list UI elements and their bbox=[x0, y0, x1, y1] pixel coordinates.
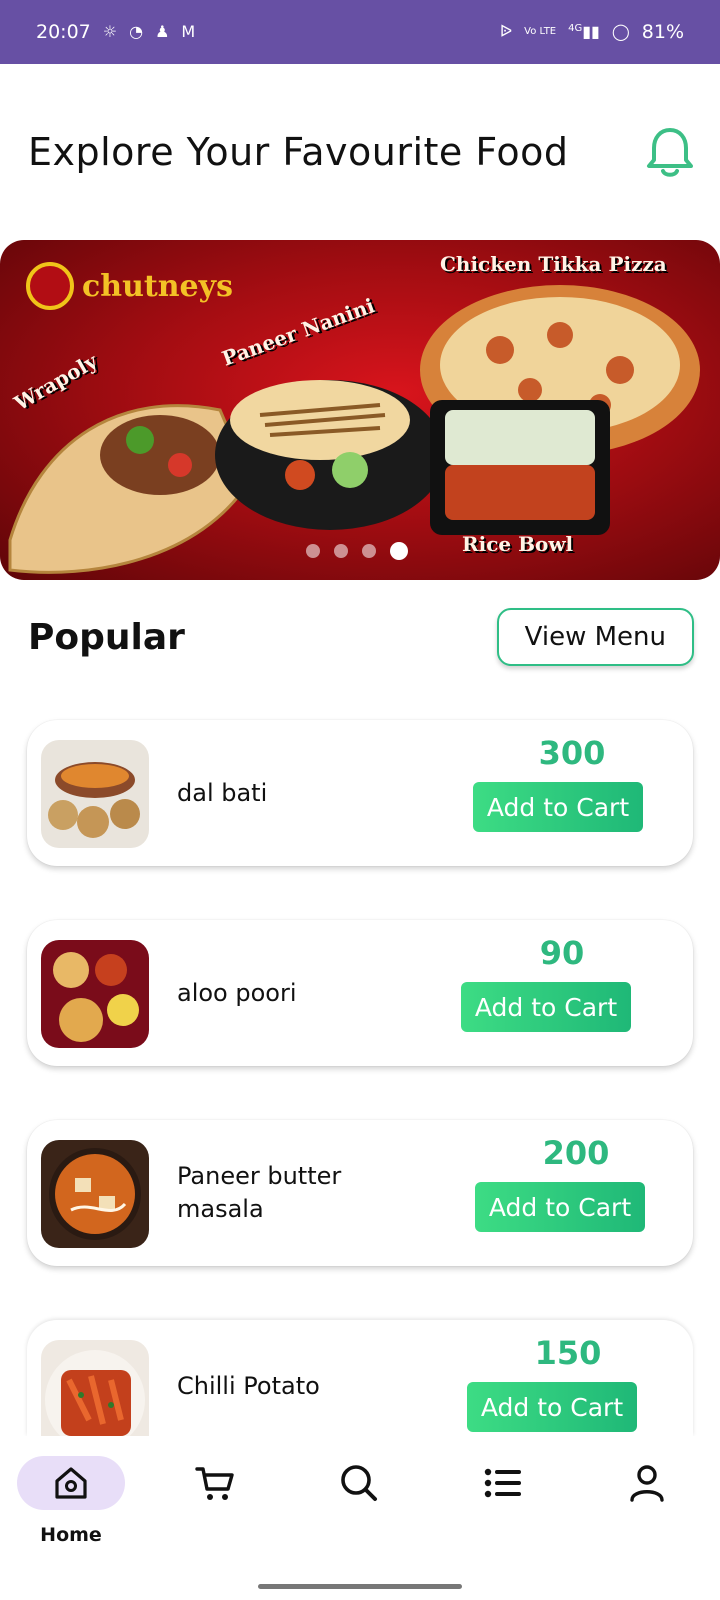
item-name: Chilli Potato bbox=[177, 1372, 320, 1400]
bluetooth-icon: ᐉ bbox=[499, 22, 513, 41]
nav-pill[interactable] bbox=[305, 1456, 413, 1510]
food-card-chilli-potato[interactable]: Chilli Potato 150 Add to Cart bbox=[27, 1320, 693, 1436]
carousel-dot-active[interactable] bbox=[390, 542, 408, 560]
signal-icon: 4G▮▮ bbox=[568, 22, 600, 41]
promo-banner-carousel[interactable]: chutneys Wrapoly Paneer Nanini Chicken T… bbox=[0, 240, 720, 580]
brand-name: chutneys bbox=[82, 268, 233, 304]
gesture-home-indicator[interactable] bbox=[258, 1584, 462, 1589]
nav-pill[interactable] bbox=[449, 1456, 557, 1510]
food-card-paneer-butter-masala[interactable]: Paneer butter masala 200 Add to Cart bbox=[27, 1120, 693, 1266]
item-name: aloo poori bbox=[177, 978, 297, 1007]
search-icon bbox=[341, 1465, 377, 1501]
gmail-icon: M bbox=[181, 22, 196, 41]
carousel-dot[interactable] bbox=[306, 544, 320, 558]
bottom-nav: Home bbox=[0, 1436, 720, 1600]
nav-item-orders[interactable] bbox=[448, 1456, 558, 1510]
home-icon bbox=[55, 1467, 87, 1499]
banner-label-rice: Rice Bowl bbox=[462, 532, 574, 556]
status-bar: 20:07 ☼ ◔ ♟ M ᐉ Vo LTE 4G▮▮ ◯ 81% bbox=[0, 0, 720, 64]
view-menu-button[interactable]: View Menu bbox=[496, 608, 694, 666]
pac-icon: ◔ bbox=[129, 22, 144, 41]
food-thumbnail bbox=[41, 740, 149, 848]
item-price: 200 bbox=[542, 1134, 610, 1172]
item-name: Paneer butter masala bbox=[177, 1162, 342, 1223]
battery-icon: ◯ bbox=[611, 22, 630, 41]
nav-pill-active[interactable] bbox=[17, 1456, 125, 1510]
food-thumbnail bbox=[41, 1140, 149, 1248]
add-to-cart-button[interactable]: Add to Cart bbox=[467, 1382, 637, 1432]
header: Explore Your Favourite Food bbox=[28, 120, 698, 184]
nav-item-profile[interactable] bbox=[592, 1456, 702, 1510]
add-to-cart-button[interactable]: Add to Cart bbox=[475, 1182, 645, 1232]
brand-logo-mark bbox=[26, 262, 74, 310]
food-card-dal-bati[interactable]: dal bati 300 Add to Cart bbox=[27, 720, 693, 866]
item-name: dal bati bbox=[177, 778, 268, 807]
item-price: 300 bbox=[538, 734, 606, 772]
network-label: 4G bbox=[568, 23, 583, 34]
food-thumbnail bbox=[41, 1340, 149, 1436]
brand-logo: chutneys bbox=[26, 262, 233, 310]
nav-pill[interactable] bbox=[593, 1456, 701, 1510]
status-time: 20:07 bbox=[36, 21, 91, 43]
food-thumbnail bbox=[41, 940, 149, 1048]
battery-level: 81% bbox=[641, 21, 684, 43]
carousel-dot[interactable] bbox=[334, 544, 348, 558]
section-title-popular: Popular bbox=[28, 616, 185, 658]
nav-item-search[interactable] bbox=[304, 1456, 414, 1510]
banner-label-pizza: Chicken Tikka Pizza bbox=[440, 252, 667, 276]
popular-section-header: Popular View Menu bbox=[28, 606, 694, 668]
cart-icon bbox=[195, 1467, 234, 1500]
food-card-aloo-poori[interactable]: aloo poori 90 Add to Cart bbox=[27, 920, 693, 1066]
nav-pill[interactable] bbox=[161, 1456, 269, 1510]
carousel-indicators bbox=[306, 542, 408, 560]
nav-label-home: Home bbox=[40, 1524, 102, 1546]
page-title: Explore Your Favourite Food bbox=[28, 130, 569, 174]
bell-icon[interactable] bbox=[642, 124, 698, 180]
add-to-cart-button[interactable]: Add to Cart bbox=[461, 982, 631, 1032]
profile-icon bbox=[630, 1465, 664, 1502]
list-icon bbox=[484, 1468, 521, 1498]
nav-item-home[interactable]: Home bbox=[16, 1456, 126, 1546]
status-right: ᐉ Vo LTE 4G▮▮ ◯ 81% bbox=[500, 21, 684, 43]
add-to-cart-button[interactable]: Add to Cart bbox=[473, 782, 643, 832]
volte-icon: Vo LTE bbox=[524, 26, 557, 37]
item-price: 150 bbox=[534, 1334, 602, 1372]
status-left: 20:07 ☼ ◔ ♟ M bbox=[36, 21, 195, 43]
nav-item-cart[interactable] bbox=[160, 1456, 270, 1510]
carousel-dot[interactable] bbox=[362, 544, 376, 558]
app-icon: ♟ bbox=[155, 22, 170, 41]
flashlight-icon: ☼ bbox=[102, 22, 118, 41]
item-price: 90 bbox=[539, 934, 585, 972]
